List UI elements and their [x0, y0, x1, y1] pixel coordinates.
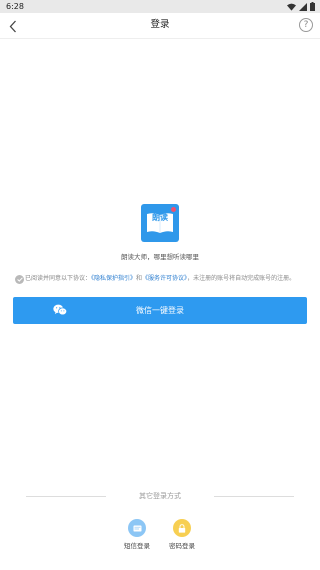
logo-badge	[171, 207, 176, 212]
signal-icon	[299, 2, 307, 11]
battery-icon	[310, 2, 315, 11]
divider-right	[214, 496, 294, 497]
lock-icon	[178, 523, 186, 533]
slogan: 朗读大师，哪里想听读哪里	[121, 253, 199, 261]
wechat-login-button[interactable]: 微信一键登录	[13, 297, 307, 324]
title-bar: 登录 ?	[0, 13, 320, 39]
agreement-text: 已阅读并同意以下协议：《隐私保护指引》和《服务许可协议》，未注册的账号将自动完成…	[25, 274, 309, 284]
wechat-login-label: 微信一键登录	[136, 306, 184, 315]
logo-text: 朗读	[152, 213, 168, 222]
wifi-icon	[287, 3, 296, 11]
password-login-option[interactable]: 密码登录	[162, 519, 202, 551]
service-agreement-link[interactable]: 《服务许可协议》	[142, 275, 187, 282]
sms-login-option[interactable]: 短信登录	[117, 519, 157, 551]
agreement-suffix: ，未注册的账号将自动完成账号的注册。	[187, 275, 296, 282]
check-icon	[16, 277, 23, 282]
agreement-checkbox[interactable]	[15, 275, 24, 284]
status-bar: 6:28	[0, 0, 320, 13]
status-icons	[287, 2, 315, 11]
password-login-icon-circle	[173, 519, 191, 537]
page-title: 登录	[150, 19, 170, 30]
sms-login-icon-circle	[128, 519, 146, 537]
help-button[interactable]: ?	[299, 18, 313, 32]
app-logo: 朗读	[141, 204, 179, 242]
password-login-label: 密码登录	[169, 542, 195, 550]
privacy-policy-link[interactable]: 《隐私保护指引》	[91, 275, 136, 282]
agreement-prefix: 已阅读并同意以下协议：	[25, 275, 92, 282]
message-icon	[133, 525, 141, 531]
sms-login-label: 短信登录	[124, 542, 150, 550]
status-time: 6:28	[6, 2, 24, 11]
